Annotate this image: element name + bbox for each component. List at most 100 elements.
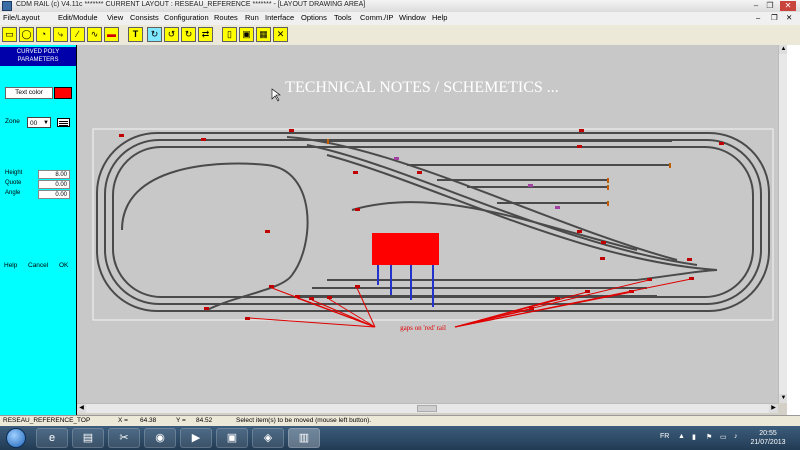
angle-label: Angle <box>5 190 21 196</box>
turnout-icon[interactable]: ⤷ <box>53 27 68 42</box>
mdi-minimize-button[interactable]: – <box>756 13 760 22</box>
block-rectangle[interactable] <box>372 233 439 265</box>
horizontal-scroll-thumb[interactable] <box>417 405 437 412</box>
tools-icon[interactable]: ✂ <box>108 428 140 448</box>
flag-icon[interactable]: ⚑ <box>706 433 712 441</box>
mouse-pointer-icon <box>271 88 281 102</box>
horizontal-scrollbar[interactable]: ◀ ▶ <box>77 403 778 413</box>
status-layout-name: RESEAU_REFERENCE_TOP <box>3 417 91 424</box>
cancel-button[interactable]: Cancel <box>28 262 48 269</box>
menu-comm-ip[interactable]: Comm./IP <box>360 13 393 22</box>
gap-marker <box>265 230 270 233</box>
menu-options[interactable]: Options <box>301 13 327 22</box>
status-y-value: 84.52 <box>196 417 213 424</box>
text-color-button[interactable]: Text color <box>5 87 53 99</box>
clock-date: 21/07/2013 <box>750 439 786 446</box>
media-player-icon[interactable]: ▶ <box>180 428 212 448</box>
help-button[interactable]: Help <box>4 262 17 269</box>
cdm-rail-icon[interactable]: ◈ <box>252 428 284 448</box>
grid-icon[interactable]: ▦ <box>256 27 271 42</box>
zone-select[interactable]: 00 ▼ <box>27 117 51 128</box>
gap-marker <box>327 296 332 299</box>
angle-field[interactable]: 0.00 <box>38 190 70 199</box>
buffer-stop <box>607 178 609 183</box>
rotate-left-icon[interactable]: ↺ <box>164 27 179 42</box>
text-icon[interactable]: T <box>128 27 143 42</box>
scroll-right-icon[interactable]: ▶ <box>769 404 778 413</box>
height-field[interactable]: 8.00 <box>38 170 70 179</box>
gap-marker <box>417 171 422 174</box>
maximize-button[interactable]: ❐ <box>764 1 776 11</box>
circle-icon[interactable]: ◯ <box>19 27 34 42</box>
menu-run[interactable]: Run <box>245 13 259 22</box>
menu-tools[interactable]: Tools <box>334 13 352 22</box>
rotate-right-icon[interactable]: ↻ <box>181 27 196 42</box>
signal-marker <box>528 184 533 187</box>
toolbar: ▭ ◯ ◔ ⤷ ∕ ∿ ▬ T ↻ ↺ ↻ ⇄ ▯ ▣ ▦ ✕ <box>0 25 800 46</box>
minimize-button[interactable]: – <box>750 1 762 11</box>
network-icon[interactable]: ▮ <box>692 433 696 441</box>
gap-marker <box>687 258 692 261</box>
reverse-loop-track <box>121 162 309 276</box>
folder-icon[interactable]: ▤ <box>72 428 104 448</box>
buffer-stop <box>607 185 609 190</box>
flip-icon[interactable]: ⇄ <box>198 27 213 42</box>
tray-arrow-icon[interactable]: ▲ <box>678 433 685 440</box>
menu-consists[interactable]: Consists <box>130 13 159 22</box>
language-indicator[interactable]: FR <box>660 433 669 440</box>
menu-window[interactable]: Window <box>399 13 426 22</box>
gap-marker <box>355 285 360 288</box>
gap-marker <box>577 145 582 148</box>
wave-icon[interactable]: ∿ <box>87 27 102 42</box>
chrome-icon[interactable]: ◉ <box>144 428 176 448</box>
layout-drawing-area[interactable]: TECHNICAL NOTES / SCHEMETICS ... gaps on… <box>77 45 778 403</box>
block-gap-markers <box>119 129 724 320</box>
signal-marker <box>394 157 399 160</box>
rotate-icon[interactable]: ↻ <box>147 27 162 42</box>
active-app-icon[interactable]: ▥ <box>288 428 320 448</box>
buffer-stop <box>669 163 671 168</box>
menu-routes[interactable]: Routes <box>214 13 238 22</box>
menu-view[interactable]: View <box>107 13 123 22</box>
zone-label: Zone <box>5 118 20 125</box>
menu-file-layout[interactable]: File/Layout <box>3 13 40 22</box>
menu-help[interactable]: Help <box>432 13 447 22</box>
menu-configuration[interactable]: Configuration <box>164 13 209 22</box>
system-clock[interactable]: 20:55 21/07/2013 <box>748 429 788 447</box>
scroll-left-icon[interactable]: ◀ <box>77 404 86 413</box>
quote-field[interactable]: 0.00 <box>38 180 70 189</box>
zone-value: 00 <box>30 120 38 127</box>
terminal-icon[interactable]: ▣ <box>216 428 248 448</box>
app-icon <box>2 1 12 11</box>
start-button[interactable] <box>6 428 26 448</box>
gap-marker <box>309 297 314 300</box>
battery-icon[interactable]: ▭ <box>720 433 727 441</box>
status-x-label: X = <box>118 417 128 424</box>
curve-icon[interactable]: ◔ <box>36 27 51 42</box>
column-icon[interactable]: ▯ <box>222 27 237 42</box>
gap-marker <box>579 129 584 132</box>
volume-icon[interactable]: ♪ <box>734 433 738 440</box>
gap-marker <box>119 134 124 137</box>
signal-icon[interactable]: ▬ <box>104 27 119 42</box>
switch-icon[interactable]: ✕ <box>273 27 288 42</box>
menu-interface[interactable]: Interface <box>265 13 294 22</box>
block-icon[interactable]: ▣ <box>239 27 254 42</box>
close-button[interactable]: ✕ <box>780 1 796 11</box>
status-y-label: Y = <box>176 417 186 424</box>
mdi-close-button[interactable]: ✕ <box>786 13 792 22</box>
gap-marker <box>353 171 358 174</box>
line-style-button[interactable] <box>57 118 70 127</box>
ie-icon[interactable]: e <box>36 428 68 448</box>
line-icon[interactable]: ∕ <box>70 27 85 42</box>
buffer-stop <box>607 201 609 206</box>
mdi-restore-button[interactable]: ❐ <box>771 13 778 22</box>
layout-drawing[interactable]: TECHNICAL NOTES / SCHEMETICS ... gaps on… <box>77 45 778 403</box>
text-color-swatch[interactable] <box>54 87 72 99</box>
gap-marker <box>719 142 724 145</box>
menu-edit-module[interactable]: Edit/Module <box>58 13 98 22</box>
gap-marker <box>289 129 294 132</box>
gap-marker <box>600 257 605 260</box>
rectangle-icon[interactable]: ▭ <box>2 27 17 42</box>
ok-button[interactable]: OK <box>59 262 68 269</box>
